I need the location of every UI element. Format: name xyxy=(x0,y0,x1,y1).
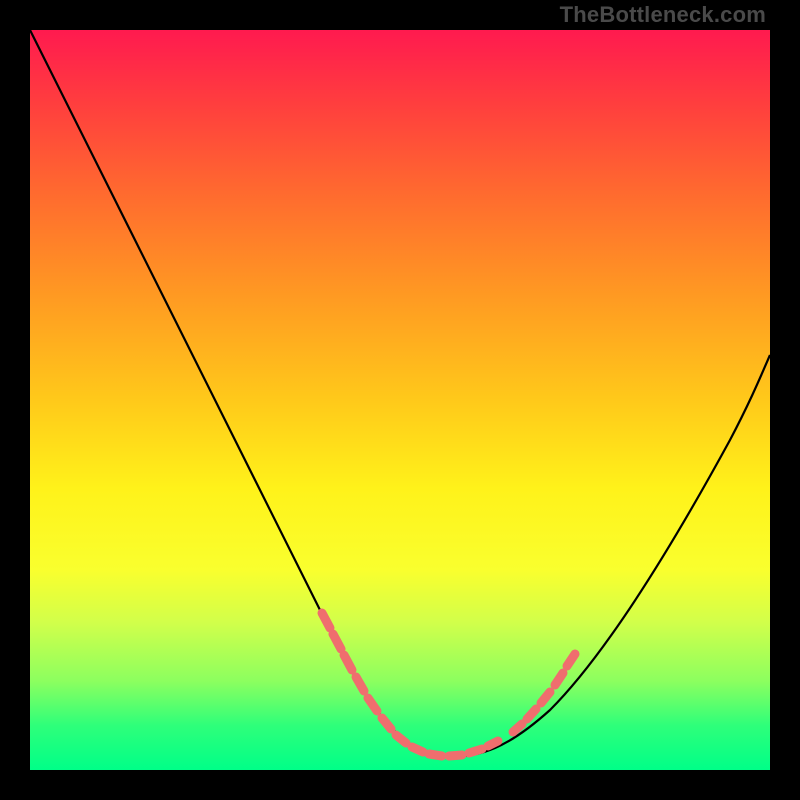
curve-svg xyxy=(30,30,770,770)
watermark-text: TheBottleneck.com xyxy=(560,2,766,28)
plot-area xyxy=(30,30,770,770)
marker-group-left xyxy=(322,613,498,756)
bottleneck-curve xyxy=(30,30,770,757)
